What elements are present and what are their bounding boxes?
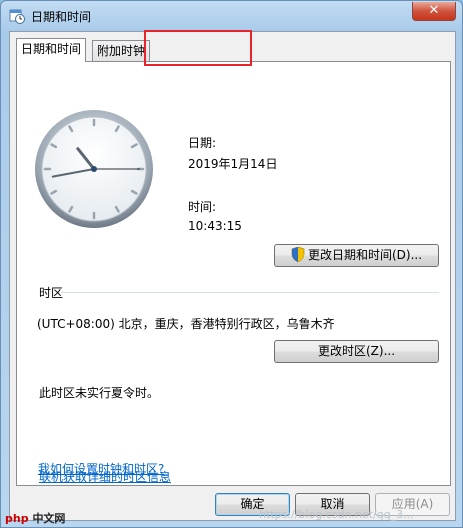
timezone-group-label: 时区 [39, 286, 64, 300]
tab-date-time[interactable]: 日期和时间 [16, 38, 87, 62]
date-label: 日期: [188, 136, 217, 150]
timezone-value: (UTC+08:00) 北京，重庆，香港特别行政区，乌鲁木齐 [37, 317, 335, 331]
dialog-client: 日期和时间 附加时钟 日期: 2019年1月14日 时间: 10:43:15 更… [9, 31, 456, 521]
time-label: 时间: [188, 200, 217, 214]
change-date-time-label: 更改日期和时间(D)... [307, 248, 423, 262]
time-value: 10:43:15 [188, 219, 242, 233]
window-title: 日期和时间 [31, 10, 92, 24]
change-date-time-button[interactable]: 更改日期和时间(D)... [274, 244, 439, 267]
date-value: 2019年1月14日 [188, 157, 278, 171]
clock-calendar-icon [9, 9, 25, 24]
how-to-set-clock-link[interactable]: 我如何设置时钟和时区? [38, 460, 164, 477]
watermark-cn: 中文网 [32, 512, 66, 525]
tab-additional-clocks[interactable]: 附加时钟 [92, 40, 151, 61]
title-bar[interactable]: 日期和时间 ✕ [1, 1, 462, 31]
dst-note: 此时区未实行夏令时。 [39, 386, 160, 400]
close-icon: ✕ [428, 3, 440, 18]
tab-panel: 日期: 2019年1月14日 时间: 10:43:15 更改日期和时间(D)..… [16, 61, 451, 486]
watermark-php: php [5, 512, 29, 525]
uac-shield-icon [291, 247, 305, 262]
analog-clock [35, 110, 153, 228]
group-divider [61, 292, 439, 293]
change-timezone-button[interactable]: 更改时区(Z)... [274, 340, 439, 363]
annotation-highlight-box [144, 30, 252, 66]
close-button[interactable]: ✕ [412, 2, 456, 21]
date-time-dialog: 日期和时间 ✕ 日期和时间 附加时钟 日期: 2019年1月14日 时间: 10… [0, 0, 463, 528]
watermark-logo: php 中文网 [5, 510, 65, 526]
watermark-url: https://blog.csdn.net/qq_3... [259, 508, 414, 521]
